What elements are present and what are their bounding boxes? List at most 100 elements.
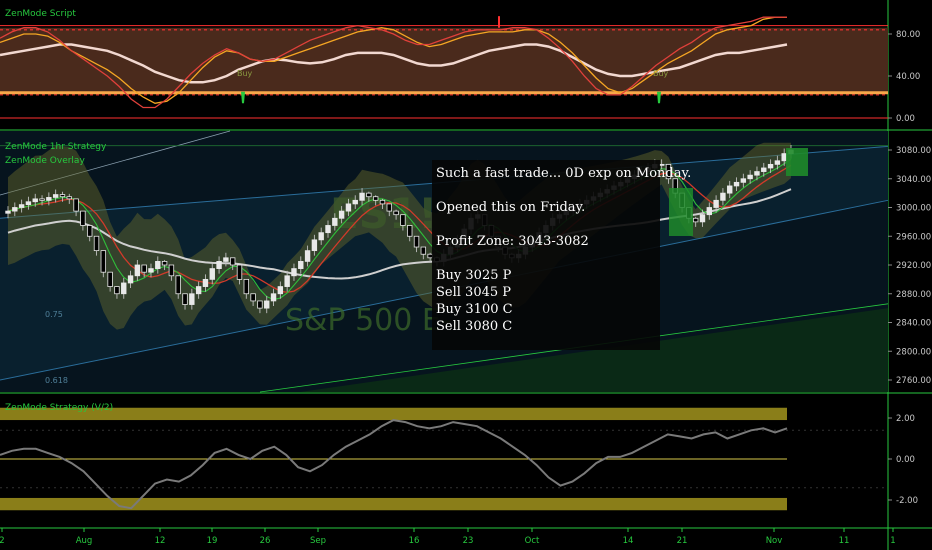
candle-body [699, 214, 706, 223]
candle-body [12, 207, 18, 212]
candle-body [413, 235, 420, 248]
candle-body [400, 214, 406, 226]
main-pane-title: ZenMode 1hr Strategy [5, 142, 107, 152]
candle-body [32, 198, 38, 203]
y-tick-label: 3080.00 [896, 146, 931, 156]
profit-zone-box [786, 148, 808, 176]
x-tick-label: Sep [310, 536, 326, 546]
candle-body [46, 197, 52, 201]
upper-zone-band [0, 407, 787, 421]
top-pane-title: ZenMode Script [5, 9, 76, 19]
candle-body [747, 174, 753, 180]
candle-body [25, 201, 32, 206]
candle-body [39, 198, 45, 201]
candle-body [291, 268, 297, 277]
candle-body [338, 210, 345, 219]
candle-body [372, 196, 379, 201]
candle-body [18, 204, 25, 208]
candle-body [352, 199, 358, 205]
x-tick-label: 2 [0, 536, 5, 546]
candle-body [754, 171, 760, 176]
candle-body [93, 235, 100, 252]
candle-body [345, 203, 352, 212]
candle-body [189, 293, 195, 305]
candle-body [155, 261, 161, 269]
candle-body [318, 232, 324, 241]
x-tick-label: Oct [525, 536, 540, 546]
candle-body [277, 286, 284, 295]
candle-body [781, 153, 787, 162]
trade-annotation: Such a fast trade... 0D exp on Monday. O… [432, 160, 692, 350]
y-tick-label: 0.00 [896, 114, 915, 124]
candle-body [379, 199, 386, 205]
candle-body [195, 286, 202, 295]
buy-signal-label: Buy [653, 69, 669, 78]
x-tick-label: 12 [155, 536, 166, 546]
candle-body [141, 264, 147, 273]
candle-body [359, 192, 365, 201]
y-tick-label: 3040.00 [896, 175, 931, 185]
candle-body [236, 264, 243, 280]
y-tick-label: 3000.00 [896, 204, 931, 214]
x-tick-label: 19 [207, 536, 218, 546]
candle-body [692, 217, 699, 223]
candle-body [59, 194, 66, 198]
candle-body [250, 293, 256, 302]
y-tick-label: 2840.00 [896, 319, 931, 329]
x-tick-label: Aug [76, 536, 93, 546]
candle-body [332, 217, 338, 226]
annotation-line: Such a fast trade... 0D exp on Monday. [436, 166, 692, 181]
candle-body [100, 250, 107, 273]
sell-signal-marker [498, 16, 500, 28]
candle-body [774, 160, 781, 165]
candle-body [311, 239, 318, 252]
candle-body [761, 167, 767, 172]
candle-body [325, 225, 331, 234]
candle-body [727, 185, 733, 194]
y-tick-label: 2760.00 [896, 376, 931, 386]
y-tick-label: 2800.00 [896, 347, 931, 357]
watermark-symbol: ES1! [330, 189, 437, 238]
annotation-line: Sell 3080 C [436, 319, 513, 334]
x-tick-label: 14 [623, 536, 634, 546]
candle-body [66, 196, 72, 200]
candle-body [80, 210, 86, 226]
y-tick-label: -2.00 [896, 496, 918, 506]
x-tick-label: 11 [839, 536, 850, 546]
candle-body [706, 207, 712, 216]
candle-body [270, 293, 277, 302]
y-tick-label: 0.00 [896, 455, 915, 465]
buy-signal-label: Buy [237, 69, 253, 78]
candle-body [733, 181, 740, 187]
candle-body [366, 192, 372, 198]
y-tick-label: 40.00 [896, 72, 920, 82]
annotation-line: Buy 3100 C [436, 302, 513, 317]
candle-body [243, 278, 250, 295]
candle-body [386, 203, 392, 212]
candle-body [73, 198, 79, 212]
candle-body [87, 225, 93, 237]
annotation-line: Sell 3045 P [436, 285, 512, 300]
annotation-line: Opened this on Friday. [436, 200, 586, 215]
candle-body [127, 275, 134, 284]
x-tick-label: 1 [890, 536, 895, 546]
candle-body [161, 261, 168, 266]
candle-body [223, 257, 229, 262]
candle-body [107, 271, 113, 287]
candle-body [52, 194, 59, 198]
candle-body [257, 300, 263, 309]
profit-zone-box [669, 188, 693, 236]
candle-body [767, 163, 774, 169]
candle-body [284, 275, 290, 287]
candle-body [720, 192, 726, 201]
annotation-line: Profit Zone: 3043-3082 [436, 234, 589, 249]
y-tick-label: 2.00 [896, 414, 915, 424]
y-tick-label: 80.00 [896, 30, 920, 40]
candle-body [393, 210, 399, 216]
candle-body [168, 264, 175, 277]
candle-body [304, 250, 311, 262]
candle-body [740, 178, 747, 183]
candle-body [5, 210, 11, 214]
annotation-line: Buy 3025 P [436, 268, 512, 283]
candle-body [121, 282, 127, 295]
